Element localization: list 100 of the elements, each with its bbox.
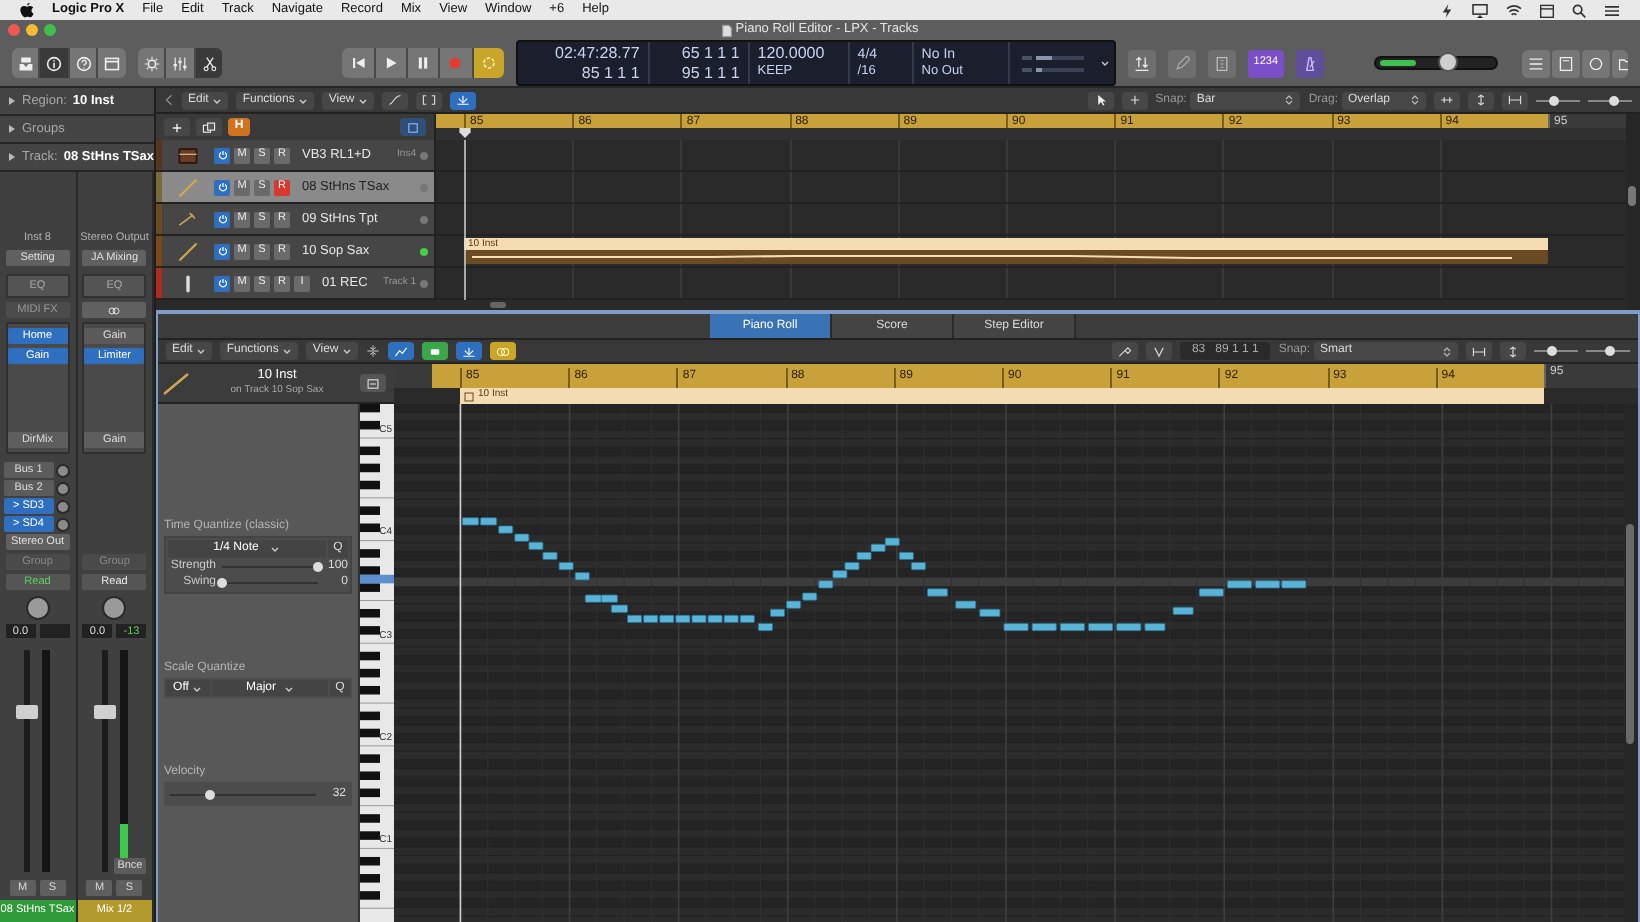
saxophone-icon <box>176 175 200 199</box>
horizontal-fit-icon <box>1508 94 1522 106</box>
split-button[interactable] <box>1434 91 1460 109</box>
note-pattern-drawing[interactable] <box>462 517 1307 632</box>
curve-button[interactable] <box>382 91 409 109</box>
power-button[interactable] <box>214 243 230 259</box>
midi-in-button[interactable] <box>456 342 483 360</box>
curve-icon <box>388 94 403 106</box>
play-button[interactable] <box>375 48 406 78</box>
vertical-fit-button[interactable] <box>1468 91 1494 109</box>
minimize-button[interactable] <box>26 24 38 36</box>
fader-thumb[interactable] <box>16 705 39 720</box>
horizontal-scrollbar-thumb[interactable] <box>490 302 506 308</box>
slider-thumb[interactable] <box>217 577 227 587</box>
monitor-icon[interactable] <box>1472 3 1488 17</box>
updown-caret-icon <box>1442 345 1452 357</box>
slider-thumb[interactable] <box>1546 346 1557 356</box>
organ-icon <box>176 143 200 167</box>
editors-button[interactable] <box>98 48 126 78</box>
pause-icon <box>416 56 431 70</box>
slider-thumb[interactable] <box>205 789 216 799</box>
velocity-tool-button[interactable] <box>1145 342 1172 360</box>
pause-button[interactable] <box>407 48 439 78</box>
metronome-button[interactable] <box>1296 49 1325 77</box>
crosshair-button[interactable] <box>1121 91 1148 109</box>
help-button[interactable] <box>69 48 97 78</box>
caret-icon <box>358 95 369 105</box>
plus-button[interactable] <box>164 118 190 136</box>
caret-icon <box>1100 58 1111 68</box>
slider-thumb[interactable] <box>1605 346 1616 356</box>
velocity-slider[interactable] <box>170 789 316 799</box>
power-button[interactable] <box>214 211 230 227</box>
collapse-icon[interactable] <box>366 344 381 358</box>
rewind-button[interactable] <box>342 48 374 78</box>
plus-icon <box>170 121 184 133</box>
power-icon <box>217 214 227 224</box>
region-view-button[interactable] <box>360 374 386 392</box>
swing-slider[interactable] <box>222 577 318 587</box>
power-icon <box>217 278 227 288</box>
midi-in-button[interactable] <box>450 91 477 109</box>
smart-controls-button[interactable] <box>137 48 165 78</box>
calendar-icon[interactable] <box>1540 3 1554 17</box>
pan-knob[interactable] <box>25 596 50 621</box>
master-volume-slider[interactable] <box>1373 56 1498 70</box>
sliders-icon <box>172 55 189 71</box>
notepad-button[interactable] <box>1551 49 1580 77</box>
brush-button[interactable] <box>1111 342 1138 360</box>
lcd-value: 95 1 1 1 <box>681 65 740 81</box>
info-icon <box>46 55 63 71</box>
link-button[interactable] <box>490 342 517 360</box>
vertical-scrollbar[interactable] <box>1626 114 1640 310</box>
trumpet-icon <box>176 207 200 231</box>
disclosure-triangle-icon <box>8 124 16 134</box>
automation-icon <box>394 345 409 357</box>
search-icon[interactable] <box>1572 3 1586 17</box>
zoom-button[interactable] <box>44 24 56 36</box>
library-button[interactable] <box>12 48 39 78</box>
peak-display <box>39 624 70 639</box>
list-editor-button[interactable] <box>1521 49 1550 77</box>
slider-thumb[interactable] <box>1609 95 1620 105</box>
catch-button[interactable] <box>400 118 426 136</box>
bracket-button[interactable] <box>416 91 443 109</box>
slider-thumb[interactable] <box>1548 95 1559 105</box>
help-icon <box>75 55 92 71</box>
piano-keyboard-drawing[interactable] <box>360 404 394 914</box>
disclosure-triangle-icon <box>8 152 16 162</box>
scissors-button[interactable] <box>195 48 223 78</box>
horizontal-fit-button[interactable] <box>1466 342 1492 360</box>
pointer-button[interactable] <box>1087 91 1114 109</box>
replace-button[interactable] <box>1127 49 1156 77</box>
cycle-button[interactable] <box>473 48 504 78</box>
midi-in-icon <box>462 345 477 357</box>
strength-slider[interactable] <box>222 561 318 571</box>
duplicate-button[interactable] <box>196 118 222 136</box>
updown-caret-icon <box>1410 94 1420 106</box>
inspector-button[interactable] <box>40 48 68 78</box>
link-button[interactable] <box>82 302 147 319</box>
loops-button[interactable] <box>1581 49 1610 77</box>
fader-thumb[interactable] <box>93 705 116 720</box>
pan-knob[interactable] <box>102 596 127 621</box>
power-button[interactable] <box>214 275 230 291</box>
menu-icon[interactable] <box>1604 3 1620 17</box>
slider-thumb[interactable] <box>313 561 323 571</box>
wifi-icon[interactable] <box>1506 3 1522 17</box>
midi-out-icon <box>428 345 443 357</box>
lcd-value: 02:47:28.77 <box>555 45 640 61</box>
pencil-icon <box>1173 55 1190 71</box>
catch-icon <box>406 121 420 133</box>
pencil-button[interactable] <box>1167 49 1196 77</box>
power-button[interactable] <box>214 147 230 163</box>
brush-icon <box>1117 345 1132 357</box>
vertical-scrollbar[interactable] <box>1624 404 1638 922</box>
vertical-fit-button[interactable] <box>1500 342 1526 360</box>
record-icon <box>448 56 463 70</box>
power-button[interactable] <box>214 179 230 195</box>
automation-button[interactable] <box>388 342 415 360</box>
slider-thumb[interactable] <box>1437 52 1458 72</box>
note-icon <box>1213 55 1230 71</box>
horizontal-fit-button[interactable] <box>1502 91 1528 109</box>
midi-out-button[interactable] <box>422 342 449 360</box>
